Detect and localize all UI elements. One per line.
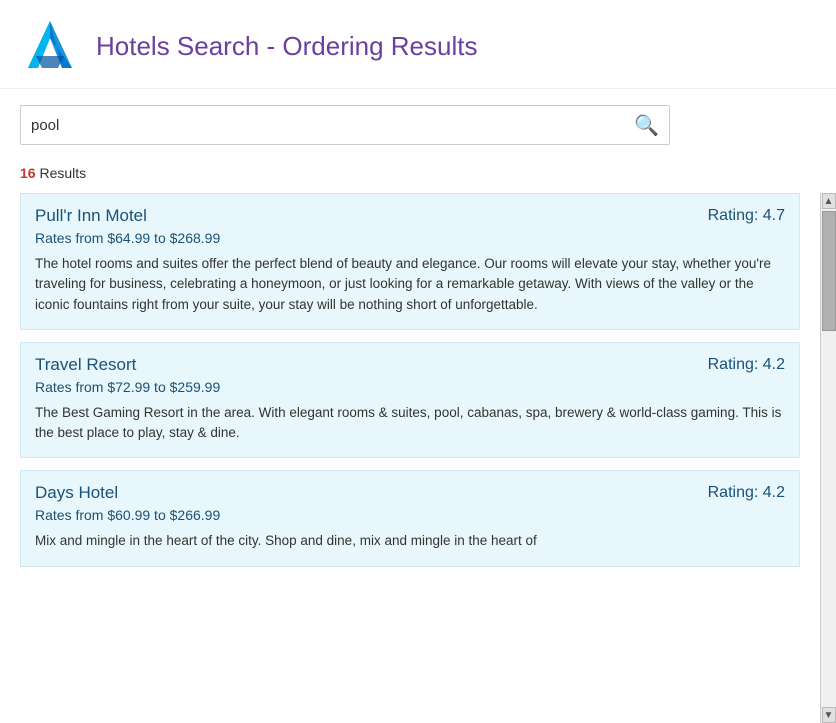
page-header: Hotels Search - Ordering Results: [0, 0, 836, 89]
results-count: 16 Results: [0, 161, 836, 193]
page-title: Hotels Search - Ordering Results: [96, 31, 477, 62]
app-logo: [20, 16, 80, 76]
hotel-name[interactable]: Days Hotel: [35, 483, 118, 503]
scrollbar[interactable]: ▲ ▼: [820, 193, 836, 723]
hotel-rating: Rating: 4.7: [708, 207, 785, 225]
hotel-rating: Rating: 4.2: [708, 356, 785, 374]
search-icon[interactable]: 🔍: [634, 113, 659, 138]
hotel-description: The hotel rooms and suites offer the per…: [35, 254, 785, 315]
main-content: Pull'r Inn Motel Rating: 4.7 Rates from …: [0, 193, 836, 723]
results-number: 16: [20, 165, 36, 181]
scroll-up-arrow[interactable]: ▲: [822, 193, 836, 209]
scrollbar-thumb[interactable]: [822, 211, 836, 331]
scroll-down-arrow[interactable]: ▼: [822, 707, 836, 723]
hotel-description: The Best Gaming Resort in the area. With…: [35, 403, 785, 444]
hotel-card-header: Days Hotel Rating: 4.2: [35, 483, 785, 503]
hotel-rates: Rates from $72.99 to $259.99: [35, 379, 785, 395]
search-input[interactable]: [31, 117, 634, 134]
hotel-description: Mix and mingle in the heart of the city.…: [35, 531, 785, 551]
results-text: Results: [39, 165, 86, 181]
hotel-card-header: Travel Resort Rating: 4.2: [35, 355, 785, 375]
hotel-rates: Rates from $64.99 to $268.99: [35, 230, 785, 246]
hotel-rates: Rates from $60.99 to $266.99: [35, 507, 785, 523]
hotel-name[interactable]: Pull'r Inn Motel: [35, 206, 147, 226]
hotel-card: Travel Resort Rating: 4.2 Rates from $72…: [20, 342, 800, 459]
hotel-card: Pull'r Inn Motel Rating: 4.7 Rates from …: [20, 193, 800, 330]
hotel-name[interactable]: Travel Resort: [35, 355, 136, 375]
hotel-card: Days Hotel Rating: 4.2 Rates from $60.99…: [20, 470, 800, 566]
search-box[interactable]: 🔍: [20, 105, 670, 145]
results-list[interactable]: Pull'r Inn Motel Rating: 4.7 Rates from …: [0, 193, 820, 723]
search-section: 🔍: [0, 89, 836, 161]
hotel-card-header: Pull'r Inn Motel Rating: 4.7: [35, 206, 785, 226]
hotel-rating: Rating: 4.2: [708, 484, 785, 502]
